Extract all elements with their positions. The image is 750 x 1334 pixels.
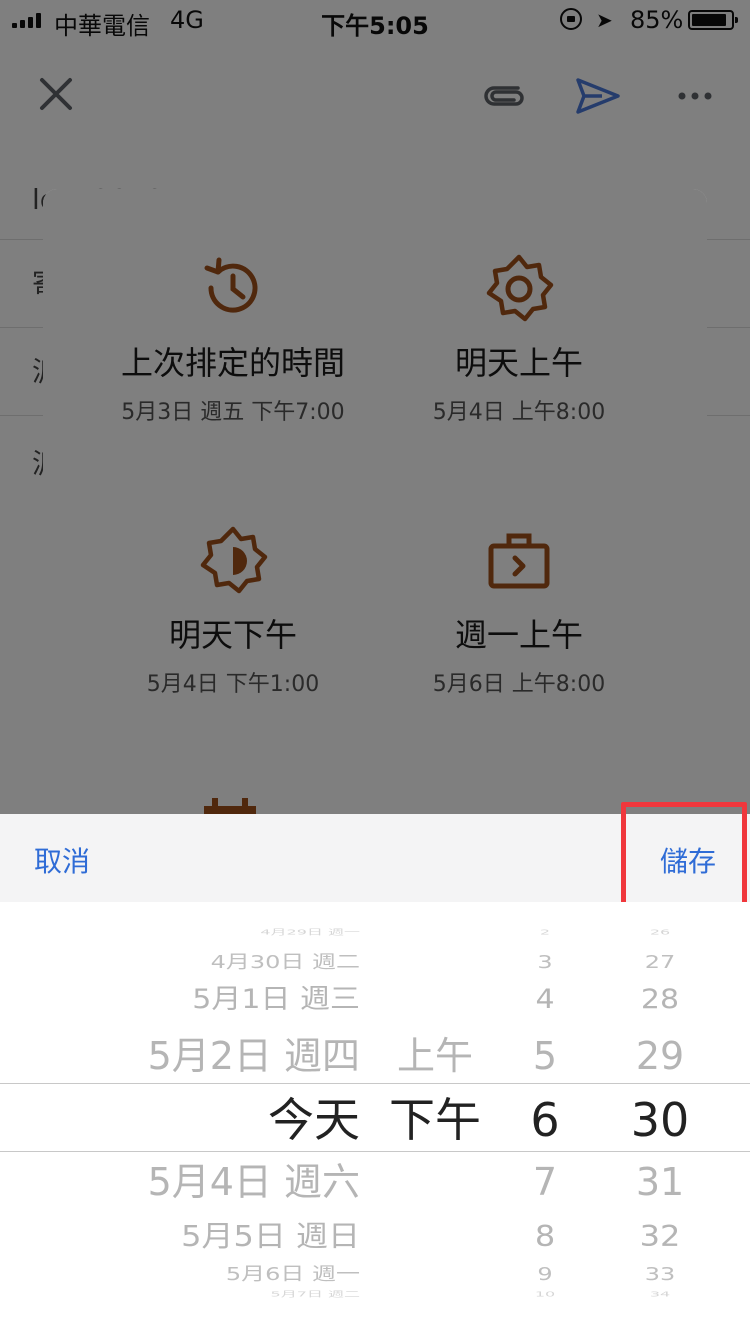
hour-wheel[interactable]: 2 3 4 5 6 7 8 9 10: [500, 902, 590, 1334]
picker-option[interactable]: 31: [590, 1163, 730, 1201]
cancel-button[interactable]: 取消: [34, 840, 90, 880]
save-button[interactable]: 儲存: [660, 840, 716, 880]
picker-option[interactable]: 3: [500, 953, 590, 971]
date-wheel[interactable]: 4月29日 週一 4月30日 週二 5月1日 週三 5月2日 週四今天 5月4日 週六 5…: [0, 902, 370, 1334]
picker-option[interactable]: 33: [590, 1265, 730, 1283]
picker-option[interactable]: 30: [590, 1097, 730, 1143]
picker-option[interactable]: 4月30日 週二: [0, 953, 360, 971]
picker-option[interactable]: 10: [500, 1290, 590, 1297]
picker-option[interactable]: 2: [500, 928, 590, 935]
picker-option[interactable]: 29: [590, 1037, 730, 1075]
picker-option[interactable]: 34: [590, 1290, 730, 1297]
datetime-picker[interactable]: 4月29日 週一 4月30日 週二 5月1日 週三 5月2日 週四今天 5月4日 週六 5…: [0, 902, 750, 1334]
picker-option[interactable]: 27: [590, 953, 730, 971]
picker-option[interactable]: 8: [500, 1222, 590, 1251]
picker-option[interactable]: 5月6日 週一: [0, 1265, 360, 1283]
picker-option[interactable]: 5月1日 週三: [0, 986, 360, 1014]
picker-option[interactable]: 下午: [370, 1097, 500, 1143]
picker-option[interactable]: 上午: [370, 1037, 500, 1075]
picker-option[interactable]: 5: [500, 1037, 590, 1075]
picker-option[interactable]: 7: [500, 1163, 590, 1201]
picker-option[interactable]: 今天: [0, 1097, 360, 1143]
ampm-wheel[interactable]: 上午 下午: [370, 902, 500, 1334]
picker-option[interactable]: 4月29日 週一: [0, 928, 360, 935]
picker-toolbar: 取消 儲存: [0, 814, 750, 902]
minute-wheel[interactable]: 26 27 28 29 30 31 32 33 34: [590, 902, 730, 1334]
picker-option[interactable]: 28: [590, 986, 730, 1014]
picker-option[interactable]: 9: [500, 1265, 590, 1283]
picker-option[interactable]: 26: [590, 928, 730, 935]
picker-option[interactable]: 4: [500, 986, 590, 1014]
picker-option[interactable]: 5月4日 週六: [0, 1163, 360, 1201]
dialog-dim-overlay: [43, 189, 707, 814]
picker-option[interactable]: 6: [500, 1097, 590, 1143]
picker-option[interactable]: 5月2日 週四: [0, 1037, 360, 1075]
picker-option[interactable]: 5月5日 週日: [0, 1222, 360, 1251]
picker-option[interactable]: 5月7日 週二: [0, 1290, 360, 1297]
picker-option[interactable]: 32: [590, 1222, 730, 1251]
